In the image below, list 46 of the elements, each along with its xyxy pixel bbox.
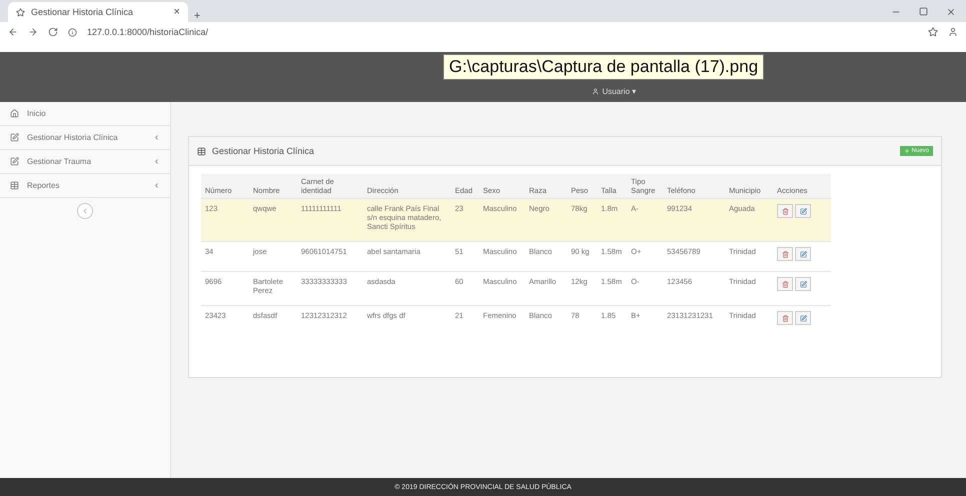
new-tab-button[interactable]: + (194, 10, 200, 22)
plus-icon (904, 148, 910, 154)
delete-button[interactable] (777, 311, 793, 325)
edit-icon (800, 208, 806, 214)
table-icon (197, 146, 206, 156)
sidebar-item[interactable]: Reportes (0, 174, 170, 198)
trash-icon (782, 280, 788, 288)
edit-icon (800, 314, 806, 322)
back-icon[interactable] (8, 27, 18, 37)
delete-button[interactable] (777, 277, 793, 291)
panel-title: Gestionar Historia Clínica (212, 146, 316, 156)
edit-button[interactable] (795, 311, 811, 325)
trash-icon (782, 208, 788, 214)
table-icon (10, 181, 19, 190)
chevron-icon (153, 134, 160, 141)
sidebar-item[interactable]: Inicio (0, 102, 170, 126)
edit-icon (10, 157, 19, 166)
delete-button[interactable] (777, 247, 793, 261)
forward-icon[interactable] (28, 27, 38, 37)
edit-icon (10, 133, 19, 142)
chevron-icon (153, 158, 160, 165)
user-icon (592, 88, 600, 95)
trash-icon (782, 314, 788, 322)
close-icon[interactable] (946, 7, 956, 17)
home-icon (10, 109, 19, 118)
maximize-icon[interactable] (919, 7, 928, 16)
profile-icon[interactable] (948, 27, 958, 37)
browser-tab[interactable]: Gestionar Historia Clínica × (8, 2, 188, 22)
tab-close[interactable]: × (174, 6, 180, 18)
chevron-icon (81, 207, 89, 215)
trash-icon (782, 250, 788, 258)
edit-button[interactable] (795, 277, 811, 291)
address-field[interactable]: 127.0.0.1:8000/historiaClinica/ (87, 27, 918, 37)
edit-button[interactable] (795, 204, 811, 218)
edit-button[interactable] (795, 247, 811, 261)
user-menu[interactable]: Usuario ▾ (592, 87, 636, 96)
chevron-icon (153, 182, 160, 189)
edit-icon (800, 280, 806, 288)
info-icon (68, 28, 77, 36)
sidebar-item[interactable]: Gestionar Trauma (0, 150, 170, 174)
tooltip: G:\capturas\Captura de pantalla (17).png (443, 54, 764, 80)
edit-icon (800, 250, 806, 258)
reload-icon[interactable] (48, 27, 58, 37)
bookmark-star-icon[interactable] (928, 27, 938, 37)
sidebar-item[interactable]: Gestionar Historia Clínica (0, 126, 170, 150)
delete-button[interactable] (777, 204, 793, 218)
